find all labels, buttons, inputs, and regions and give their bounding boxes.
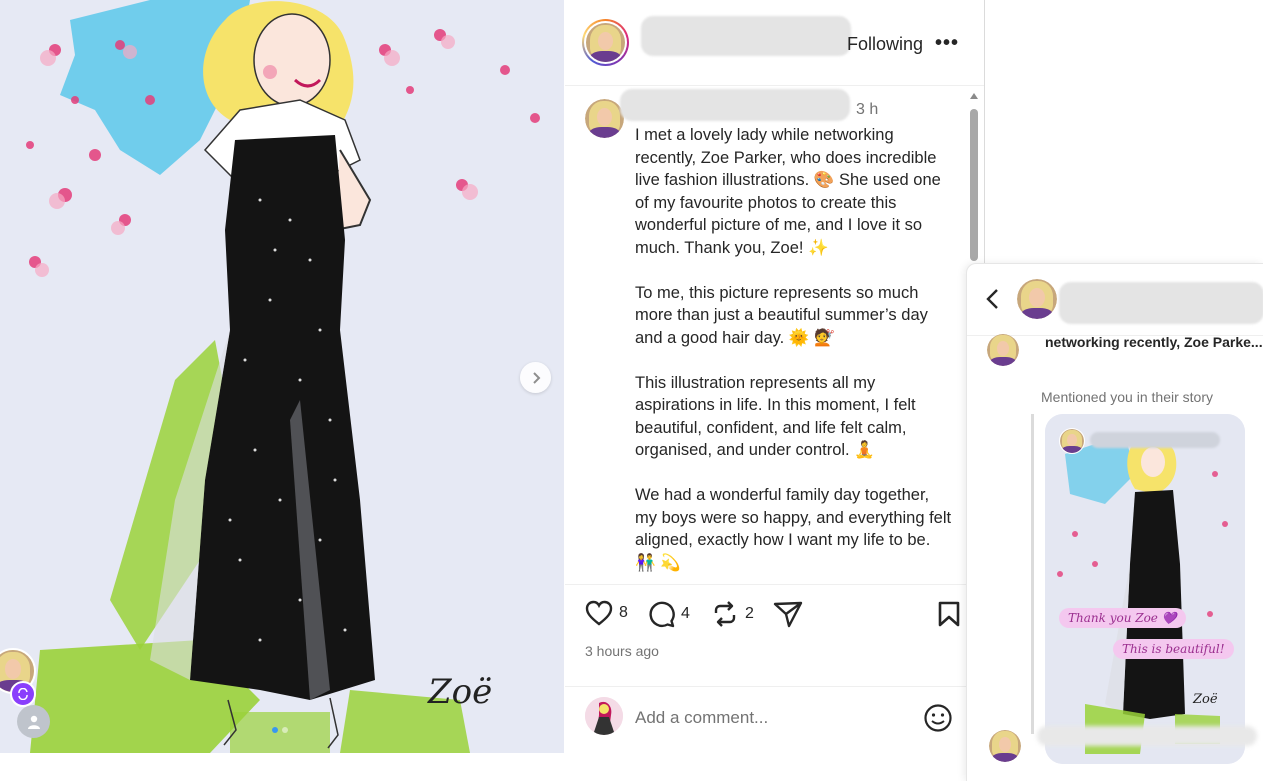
story-artist-signature: Zoë [1193, 692, 1218, 707]
story-mention-label: Mentioned you in their story [1041, 389, 1213, 405]
story-illustration [1045, 414, 1245, 764]
artist-signature: Zoë [428, 672, 493, 712]
caption-timestamp: 3 h [856, 101, 879, 118]
redacted-story-username [1090, 432, 1220, 448]
author-avatar[interactable] [582, 19, 629, 66]
redacted-message [1037, 726, 1257, 746]
carousel-dot-1 [272, 727, 278, 733]
story-preview-card[interactable]: Thank you Zoe 💜 This is beautiful! Zoë [1045, 414, 1245, 764]
caption-section: 3 h I met a lovely lady while networking… [565, 87, 985, 585]
back-button[interactable] [985, 288, 1001, 315]
story-sticker-beautiful: This is beautiful! [1113, 639, 1234, 659]
post-header: Following ••• [565, 0, 984, 86]
chevron-left-icon [986, 289, 998, 309]
like-count: 8 [619, 604, 628, 621]
post-actions: 8 4 2 [585, 600, 965, 634]
post-time-ago: 3 hours ago [585, 643, 659, 659]
caption-paragraph: This illustration represents all my aspi… [635, 373, 916, 460]
caption-paragraph: We had a wonderful family day together, … [635, 486, 952, 572]
repost-icon [714, 601, 736, 627]
post-caption: I met a lovely lady while networking rec… [635, 124, 953, 584]
caption-paragraph: I met a lovely lady while networking rec… [635, 126, 941, 257]
message-preview[interactable]: networking recently, Zoe Parke... [1045, 334, 1263, 350]
post-detail-panel: Following ••• 3 h I met a lovely lady wh… [565, 0, 985, 753]
redacted-caption-username [620, 89, 850, 121]
share-button[interactable] [773, 600, 803, 628]
share-icon [773, 601, 803, 628]
fashion-illustration [26, 0, 540, 753]
carousel-dot-2 [282, 727, 288, 733]
comment-input[interactable] [635, 705, 905, 731]
redacted-contact-name [1059, 282, 1263, 324]
save-button[interactable] [937, 600, 961, 628]
like-button[interactable]: 8 [585, 600, 628, 626]
comment-bar [565, 686, 985, 753]
dm-contact-avatar[interactable] [1017, 279, 1057, 319]
repost-badge-icon[interactable] [10, 681, 36, 707]
reply-quote-line [1031, 414, 1034, 734]
post-image[interactable]: Zoë [0, 0, 564, 753]
caption-author-avatar[interactable] [585, 99, 624, 138]
comment-icon [649, 601, 675, 628]
more-options-icon[interactable]: ••• [935, 32, 959, 55]
scroll-up-icon[interactable] [970, 93, 978, 99]
scrollbar-thumb[interactable] [970, 109, 978, 261]
carousel-indicator [272, 727, 288, 733]
current-user-avatar[interactable] [585, 697, 623, 735]
emoji-picker-button[interactable] [923, 703, 953, 738]
chevron-right-icon [532, 371, 540, 384]
dm-header [967, 264, 1263, 336]
direct-message-panel: networking recently, Zoe Parke... Mentio… [966, 263, 1263, 781]
emoji-icon [924, 704, 952, 732]
following-button[interactable]: Following [847, 34, 923, 55]
heart-icon [585, 600, 613, 626]
repost-count: 2 [745, 605, 754, 622]
bookmark-icon [938, 601, 960, 627]
carousel-next-button[interactable] [520, 362, 551, 393]
story-sticker-thank-you: Thank you Zoe 💜 [1059, 608, 1186, 628]
message-sender-avatar[interactable] [987, 334, 1019, 366]
caption-paragraph: To me, this picture represents so much m… [635, 283, 928, 347]
story-author-avatar [1059, 428, 1085, 454]
comment-count: 4 [681, 605, 690, 622]
redacted-username [641, 16, 851, 56]
user-icon[interactable] [17, 705, 50, 738]
message-sender-avatar[interactable] [989, 730, 1021, 762]
comment-button[interactable]: 4 [647, 600, 690, 628]
repost-button[interactable]: 2 [711, 600, 754, 628]
